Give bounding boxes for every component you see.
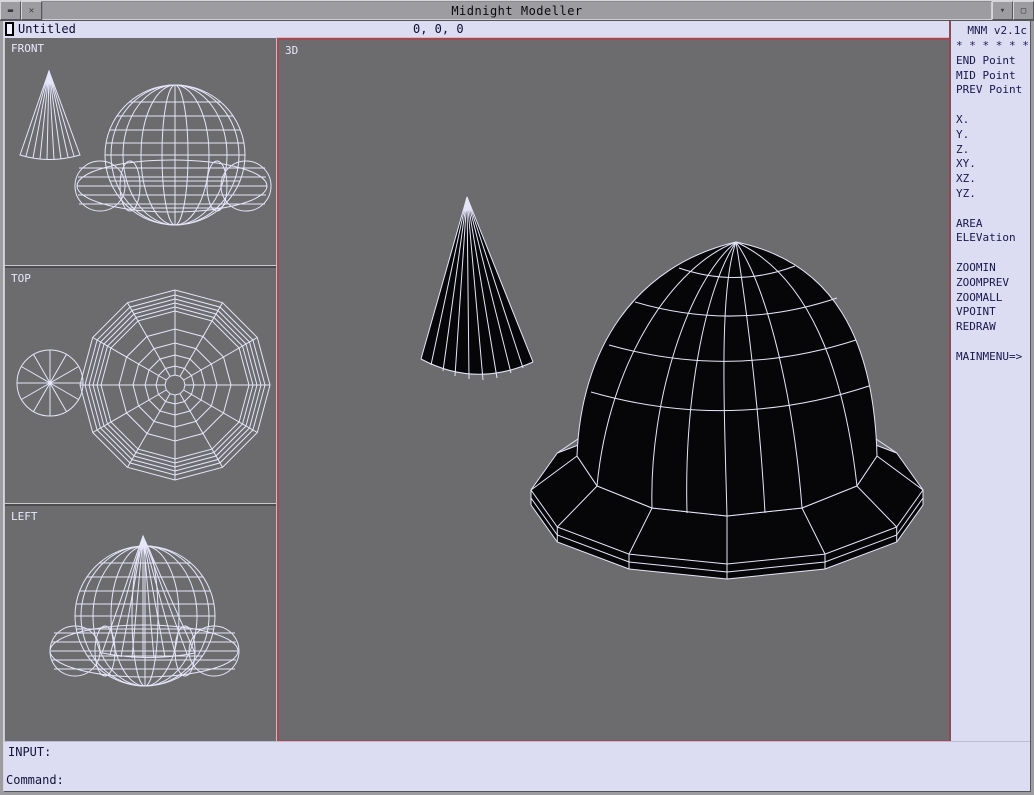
- command-console[interactable]: INPUT: Command:: [4, 741, 1030, 791]
- input-label: INPUT:: [8, 745, 51, 759]
- viewport-left[interactable]: LEFT: [5, 504, 276, 738]
- menu-item[interactable]: AREA: [956, 217, 1030, 232]
- menu-item[interactable]: * * * * * *: [956, 39, 1030, 54]
- viewport-front-label: FRONT: [11, 42, 44, 55]
- menu-spacer: [956, 246, 1030, 261]
- status-strip: Untitled 0, 0, 0: [4, 21, 951, 38]
- window-menu-button[interactable]: ▬: [0, 1, 21, 20]
- close-button[interactable]: ✕: [21, 1, 42, 20]
- menu-item[interactable]: XZ.: [956, 172, 1030, 187]
- menu-spacer: [956, 202, 1030, 217]
- app-version: MNM v2.1c: [951, 21, 1030, 39]
- menu-item[interactable]: ZOOMALL: [956, 291, 1030, 306]
- viewport-column: FRONT: [4, 38, 277, 742]
- menu-item[interactable]: ELEVation: [956, 231, 1030, 246]
- command-prompt: Command:: [6, 773, 64, 787]
- front-viewport-wireframe: [5, 38, 276, 266]
- menu-item[interactable]: ZOOMPREV: [956, 276, 1030, 291]
- minimize-button[interactable]: ▾: [992, 1, 1013, 20]
- menu-item[interactable]: MAINMENU=>: [956, 350, 1030, 365]
- viewport-top-label: TOP: [11, 272, 31, 285]
- menu-item[interactable]: X.: [956, 113, 1030, 128]
- menu-item[interactable]: MID Point: [956, 69, 1030, 84]
- viewport-left-label: LEFT: [11, 510, 38, 523]
- menu-spacer: [956, 335, 1030, 350]
- application-window: Untitled 0, 0, 0 FRONT: [3, 21, 1031, 792]
- menu-item[interactable]: XY.: [956, 157, 1030, 172]
- left-viewport-wireframe: [5, 506, 276, 738]
- menu-item[interactable]: REDRAW: [956, 320, 1030, 335]
- menu-item[interactable]: Y.: [956, 128, 1030, 143]
- document-name: Untitled: [18, 21, 76, 37]
- document-icon: [5, 22, 14, 36]
- side-menu: MNM v2.1c * * * * * *END PointMID PointP…: [949, 21, 1030, 741]
- top-viewport-wireframe: [5, 268, 276, 504]
- minimize-icon: ▾: [1000, 6, 1005, 16]
- viewport-top[interactable]: TOP: [5, 266, 276, 504]
- window-menu-icon: ▬: [8, 6, 13, 16]
- menu-spacer: [956, 98, 1030, 113]
- viewport-front[interactable]: FRONT: [5, 38, 276, 266]
- maximize-icon: ▢: [1021, 6, 1026, 16]
- menu-item[interactable]: ZOOMIN: [956, 261, 1030, 276]
- viewport-3d-label: 3D: [285, 44, 298, 57]
- side-menu-list: * * * * * *END PointMID PointPREV Point X…: [951, 39, 1030, 365]
- 3d-render: [279, 40, 952, 740]
- window-title: Midnight Modeller: [42, 1, 992, 20]
- menu-item[interactable]: VPOINT: [956, 305, 1030, 320]
- viewport-3d[interactable]: 3D: [277, 38, 954, 742]
- menu-item[interactable]: PREV Point: [956, 83, 1030, 98]
- menu-item[interactable]: YZ.: [956, 187, 1030, 202]
- maximize-button[interactable]: ▢: [1013, 1, 1034, 20]
- close-icon: ✕: [29, 6, 34, 16]
- menu-item[interactable]: END Point: [956, 54, 1030, 69]
- menu-item[interactable]: Z.: [956, 143, 1030, 158]
- titlebar: ▬ ✕ Midnight Modeller ▾ ▢: [0, 0, 1034, 21]
- cursor-coordinates: 0, 0, 0: [413, 21, 464, 37]
